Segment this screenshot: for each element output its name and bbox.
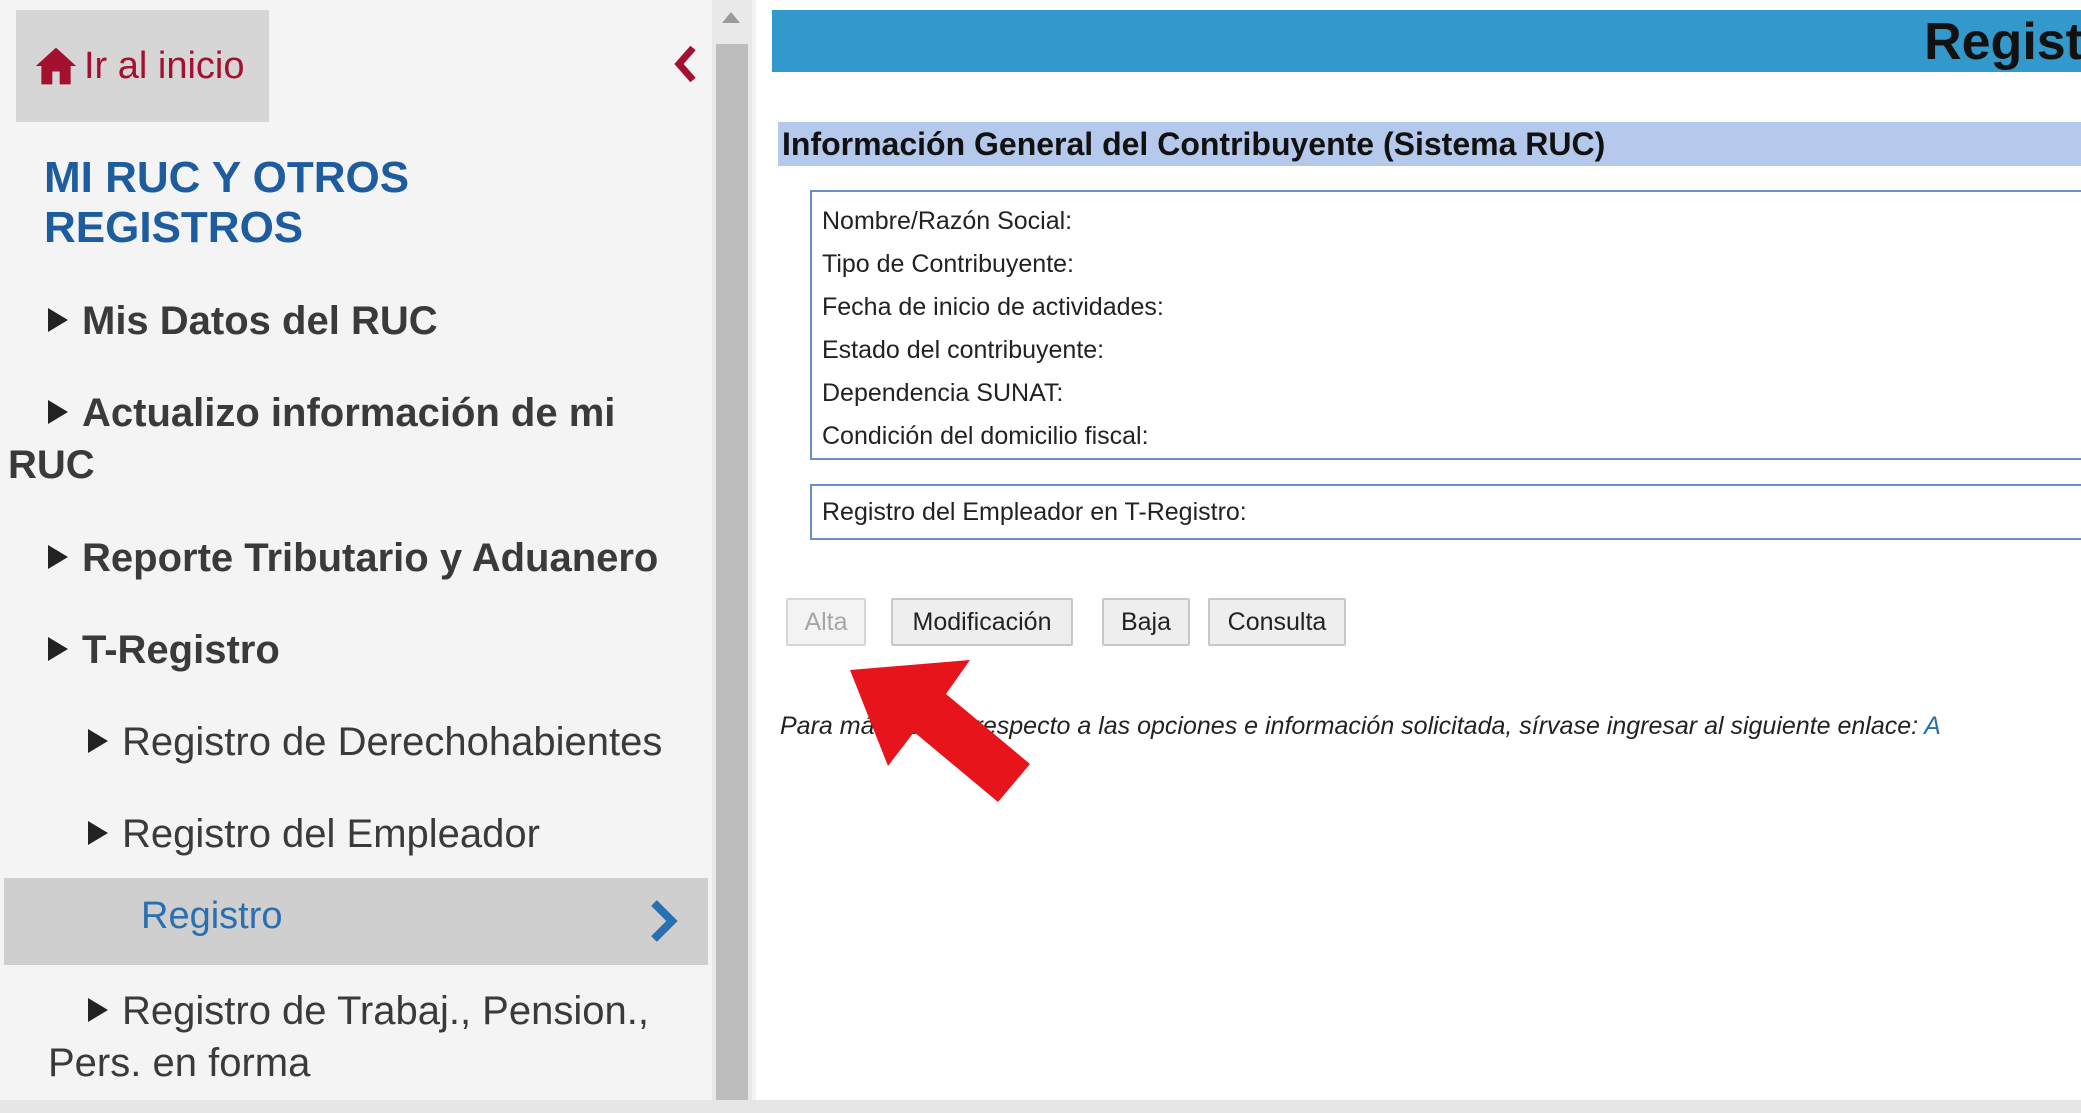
sidebar-item-registro-derechohabientes[interactable]: Registro de Derechohabientes: [88, 716, 698, 768]
baja-button[interactable]: Baja: [1102, 598, 1190, 646]
triangle-right-icon: [48, 637, 68, 662]
red-arrow-icon: [850, 660, 1030, 802]
scroll-up-arrow-icon[interactable]: [722, 12, 740, 23]
triangle-right-icon: [88, 821, 108, 846]
triangle-right-icon: [48, 308, 68, 333]
taxpayer-info-box: Nombre/Razón Social: Tipo de Contribuyen…: [810, 190, 2081, 460]
sidebar-item-label-continued: RUC: [8, 443, 95, 487]
triangle-right-icon: [48, 545, 68, 570]
triangle-right-icon: [88, 998, 108, 1023]
modificacion-button[interactable]: Modificación: [891, 598, 1073, 646]
sidebar-item-label: Registro: [141, 895, 283, 937]
sidebar-item-label: Registro de Derechohabientes: [122, 720, 663, 764]
sidebar-item-label: Registro de Trabaj., Pension.,: [122, 989, 649, 1033]
sidebar-item-registro-active[interactable]: Registro: [4, 878, 708, 965]
triangle-right-icon: [48, 400, 68, 425]
page-title-bar: Regist: [772, 10, 2081, 72]
sidebar-item-label: Actualizo información de mi: [82, 391, 616, 435]
bottom-border: [0, 1100, 2081, 1113]
sidebar-item-label: Registro del Empleador: [122, 812, 540, 856]
section-title: MI RUC Y OTROS REGISTROS: [44, 153, 410, 252]
sidebar-item-actualizo-info[interactable]: Actualizo información de mi RUC: [8, 387, 688, 491]
info-field-dependencia: Dependencia SUNAT:: [822, 379, 1064, 407]
sidebar-item-label: Reporte Tributario y Aduanero: [82, 536, 659, 580]
page-title: Regist: [1924, 13, 2081, 71]
sidebar-item-registro-empleador[interactable]: Registro del Empleador: [88, 808, 698, 860]
sidebar-item-reporte-tributario[interactable]: Reporte Tributario y Aduanero: [48, 532, 688, 584]
info-field-registro-empleador: Registro del Empleador en T-Registro:: [822, 498, 1247, 526]
sidebar-scrollbar[interactable]: [712, 0, 752, 1100]
alta-button[interactable]: Alta: [786, 598, 866, 646]
consulta-button[interactable]: Consulta: [1208, 598, 1346, 646]
home-button[interactable]: Ir al inicio: [16, 10, 269, 122]
info-field-tipo-contribuyente: Tipo de Contribuyente:: [822, 250, 1075, 278]
home-icon: [35, 47, 77, 85]
sidebar-item-t-registro[interactable]: T-Registro: [48, 624, 688, 676]
info-section-header: Información General del Contribuyente (S…: [778, 122, 2081, 166]
info-field-condicion-domicilio: Condición del domicilio fiscal:: [822, 422, 1149, 450]
chevron-right-icon: [651, 900, 678, 942]
home-label: Ir al inicio: [84, 44, 245, 87]
info-field-razon-social: Nombre/Razón Social:: [822, 207, 1073, 235]
sidebar-item-label-continued: Pers. en forma: [48, 1041, 311, 1085]
sidebar-item-label: T-Registro: [82, 628, 280, 672]
info-field-fecha-inicio: Fecha de inicio de actividades:: [822, 293, 1164, 321]
sidebar-item-mis-datos-ruc[interactable]: Mis Datos del RUC: [48, 295, 688, 347]
help-link[interactable]: A: [1924, 712, 1941, 740]
collapse-sidebar-button[interactable]: [668, 40, 704, 88]
info-field-estado: Estado del contribuyente:: [822, 336, 1105, 364]
scroll-thumb[interactable]: [716, 44, 748, 1100]
chevron-left-icon: [674, 45, 696, 83]
triangle-right-icon: [88, 729, 108, 754]
sidebar-item-registro-trabajadores[interactable]: Registro de Trabaj., Pension., Pers. en …: [48, 985, 698, 1089]
sidebar: Ir al inicio MI RUC Y OTROS REGISTROS Mi…: [0, 0, 712, 1100]
employer-info-box: Registro del Empleador en T-Registro:: [810, 484, 2081, 540]
sidebar-item-label: Mis Datos del RUC: [82, 299, 438, 343]
main-content: Regist Información General del Contribuy…: [756, 0, 2081, 1100]
